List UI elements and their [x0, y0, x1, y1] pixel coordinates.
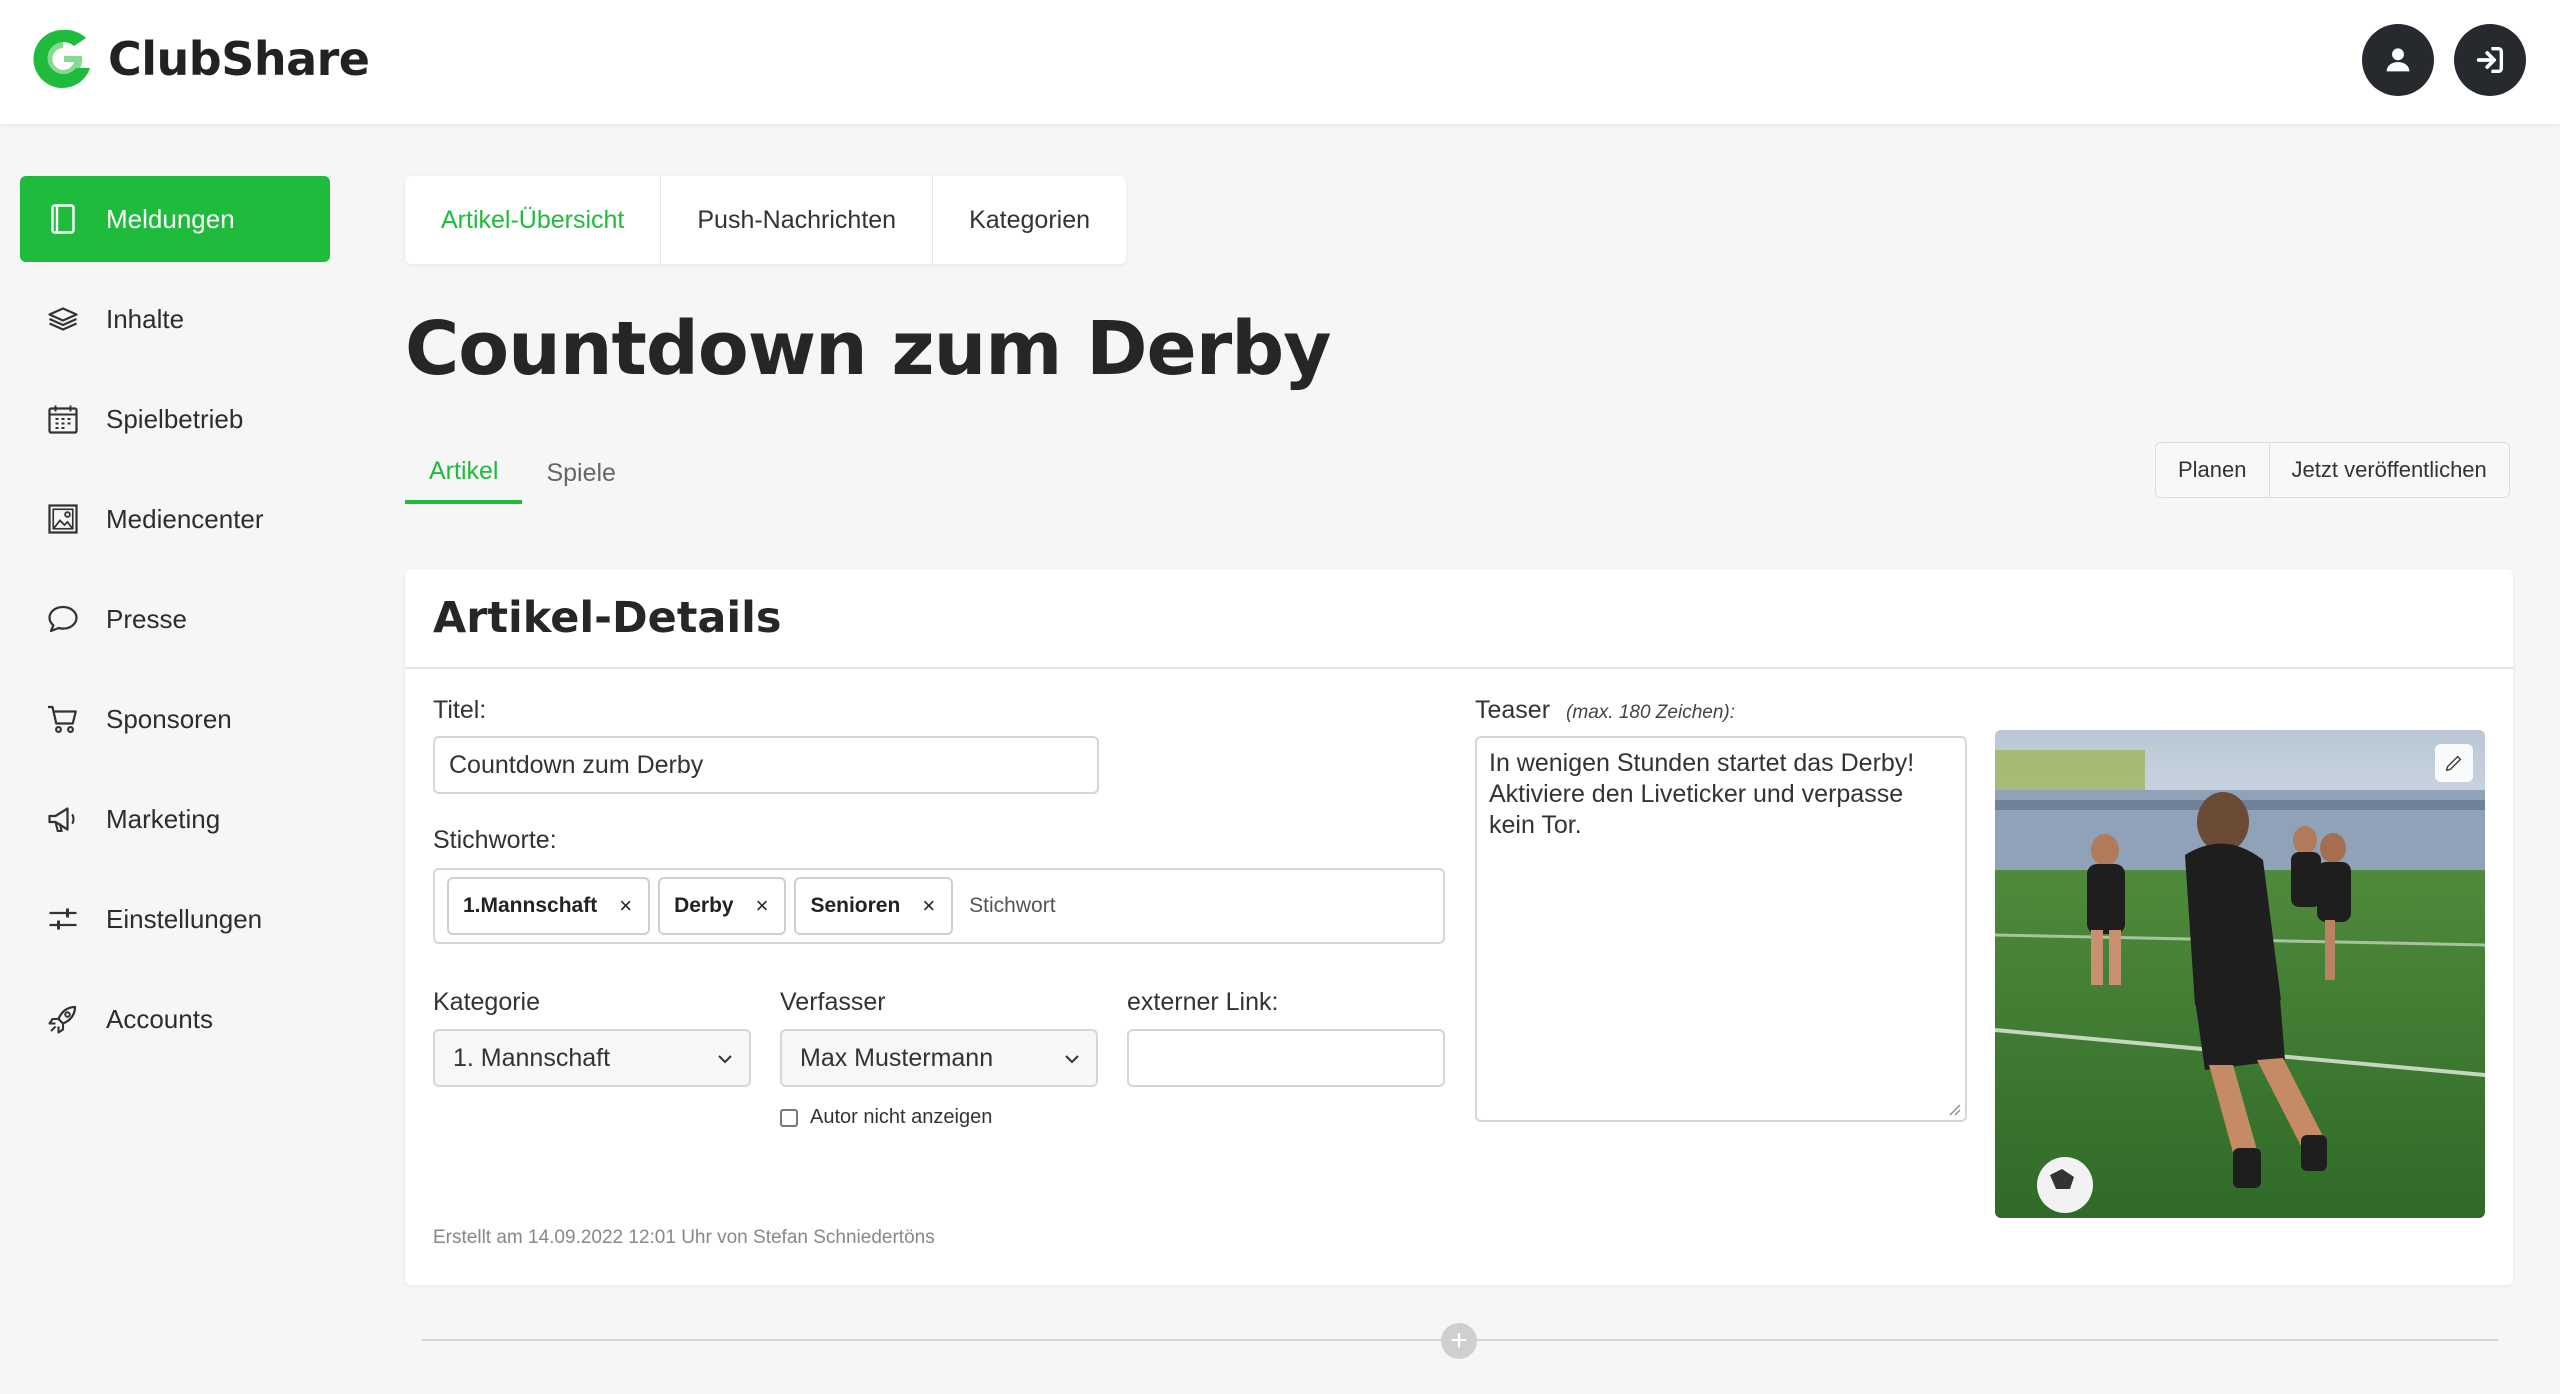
keyword-tag-label: 1.Mannschaft [463, 894, 598, 917]
tab-artikel-uebersicht[interactable]: Artikel-Übersicht [405, 176, 662, 264]
external-link-input[interactable] [1127, 1029, 1445, 1087]
category-select[interactable]: 1. Mannschaft [433, 1029, 751, 1087]
hide-author-option[interactable]: Autor nicht anzeigen [780, 1106, 992, 1129]
sidebar-item-sponsoren[interactable]: Sponsoren [20, 676, 330, 762]
hide-author-label: Autor nicht anzeigen [810, 1106, 993, 1128]
cart-icon [44, 700, 82, 738]
sidebar-item-label: Sponsoren [106, 703, 232, 734]
keyword-new-input[interactable]: Stichwort [969, 894, 1055, 918]
sidebar: Meldungen Inhalte Spielbetrieb Mediencen… [20, 176, 330, 1076]
sidebar-item-label: Accounts [106, 1003, 213, 1034]
tab-kategorien[interactable]: Kategorien [933, 176, 1126, 264]
keyword-tag-label: Senioren [810, 894, 901, 917]
keyword-tag-label: Derby [674, 894, 734, 917]
keywords-label: Stichworte: [433, 826, 557, 854]
remove-tag-icon[interactable]: × [756, 893, 769, 919]
publish-actions: Planen Jetzt veröffentlichen [2155, 442, 2510, 498]
schedule-button[interactable]: Planen [2156, 443, 2270, 497]
author-select[interactable]: Max Mustermann [780, 1029, 1098, 1087]
teaser-text: In wenigen Stunden startet das Derby! Ak… [1489, 749, 1915, 839]
chevron-down-icon [718, 1055, 732, 1064]
sidebar-item-inhalte[interactable]: Inhalte [20, 276, 330, 362]
category-label: Kategorie [433, 988, 541, 1016]
user-icon [2386, 48, 2410, 72]
sidebar-item-label: Inhalte [106, 303, 185, 334]
author-label: Verfasser [780, 988, 886, 1016]
plus-icon: + [1450, 1324, 1468, 1357]
created-meta: Erstellt am 14.09.2022 12:01 Uhr von Ste… [433, 1227, 935, 1248]
resize-handle-icon[interactable] [1947, 1102, 1961, 1116]
sliders-icon [44, 900, 82, 938]
teaser-label-text: Teaser [1475, 696, 1551, 724]
hide-author-checkbox[interactable] [780, 1108, 798, 1127]
rocket-icon [44, 1000, 82, 1038]
layers-icon [44, 300, 82, 338]
teaser-textarea[interactable]: In wenigen Stunden startet das Derby! Ak… [1475, 736, 1967, 1122]
sidebar-item-accounts[interactable]: Accounts [20, 976, 330, 1062]
app-name: ClubShare [108, 32, 370, 86]
keywords-input[interactable]: 1.Mannschaft × Derby × Senioren × Stichwort [433, 868, 1445, 944]
teaser-hint: (max. 180 Zeichen): [1566, 702, 1736, 723]
add-section-button[interactable]: + [1441, 1323, 1477, 1359]
sidebar-item-meldungen[interactable]: Meldungen [20, 176, 330, 262]
edit-image-button[interactable] [2435, 744, 2473, 782]
keyword-tag: 1.Mannschaft × [447, 877, 651, 935]
category-selected-value: 1. Mannschaft [453, 1043, 611, 1072]
author-selected-value: Max Mustermann [800, 1043, 994, 1072]
clubshare-logo-icon [33, 29, 90, 88]
sidebar-item-label: Meldungen [106, 203, 235, 234]
card-header: Artikel-Details [405, 569, 2513, 669]
keyword-tag: Senioren × [794, 877, 954, 935]
subtab-artikel[interactable]: Artikel [405, 442, 523, 504]
app-logo[interactable]: ClubShare [30, 24, 370, 94]
card-title: Artikel-Details [433, 593, 782, 643]
title-input[interactable]: Countdown zum Derby [433, 736, 1099, 794]
sidebar-item-label: Mediencenter [106, 503, 264, 534]
remove-tag-icon[interactable]: × [922, 893, 935, 919]
logout-button[interactable] [2454, 24, 2526, 96]
logout-icon [2476, 46, 2504, 74]
calendar-icon [44, 400, 82, 438]
tab-push-nachrichten[interactable]: Push-Nachrichten [661, 176, 934, 264]
section-tabs: Artikel-Übersicht Push-Nachrichten Kateg… [405, 176, 1127, 264]
megaphone-icon [44, 800, 82, 838]
article-image[interactable] [1995, 730, 2485, 1218]
teaser-label: Teaser (max. 180 Zeichen): [1475, 696, 1735, 725]
profile-button[interactable] [2362, 24, 2434, 96]
remove-tag-icon[interactable]: × [619, 893, 632, 919]
keyword-tag: Derby × [658, 877, 787, 935]
sidebar-item-marketing[interactable]: Marketing [20, 776, 330, 862]
sidebar-item-einstellungen[interactable]: Einstellungen [20, 876, 330, 962]
top-bar: ClubShare [0, 0, 2560, 124]
sidebar-item-label: Marketing [106, 803, 221, 834]
title-label: Titel: [433, 696, 487, 724]
image-icon [44, 500, 82, 538]
chat-bubble-icon [44, 600, 82, 638]
football-player-photo [1995, 730, 2485, 1218]
subtab-spiele[interactable]: Spiele [522, 442, 640, 504]
article-details-card: Artikel-Details Titel: Countdown zum Der… [405, 569, 2513, 1285]
chevron-down-icon [1065, 1055, 1079, 1064]
pencil-icon [2445, 755, 2462, 772]
sidebar-item-label: Einstellungen [106, 903, 263, 934]
sidebar-item-spielbetrieb[interactable]: Spielbetrieb [20, 376, 330, 462]
sidebar-item-mediencenter[interactable]: Mediencenter [20, 476, 330, 562]
sidebar-item-label: Spielbetrieb [106, 403, 244, 434]
article-subtabs: Artikel Spiele [405, 442, 640, 504]
sidebar-item-label: Presse [106, 603, 187, 634]
sidebar-item-presse[interactable]: Presse [20, 576, 330, 662]
book-icon [44, 200, 82, 238]
publish-now-button[interactable]: Jetzt veröffentlichen [2270, 443, 2509, 497]
page-title: Countdown zum Derby [405, 306, 1331, 392]
external-link-label: externer Link: [1127, 988, 1279, 1016]
